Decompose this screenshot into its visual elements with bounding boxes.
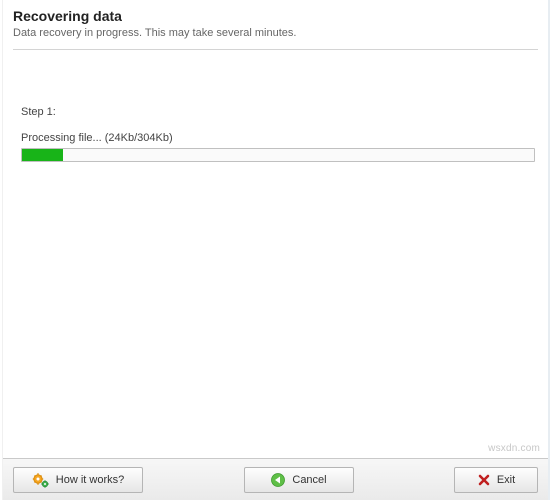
back-arrow-icon [270, 472, 286, 488]
header-subtitle: Data recovery in progress. This may take… [13, 27, 538, 39]
cancel-label: Cancel [292, 474, 326, 486]
step-label: Step 1: [21, 106, 532, 118]
gears-icon [32, 472, 50, 488]
dialog-inner: Recovering data Data recovery in progres… [2, 0, 550, 500]
dialog-header: Recovering data Data recovery in progres… [3, 0, 548, 43]
dialog-content: Step 1: Processing file... (24Kb/304Kb) [3, 50, 548, 162]
header-title: Recovering data [13, 8, 538, 24]
recovery-dialog: Recovering data Data recovery in progres… [0, 0, 556, 500]
dialog-footer: How it works? Cancel [3, 458, 548, 500]
close-x-icon [477, 473, 491, 487]
watermark: wsxdn.com [488, 443, 540, 454]
exit-label: Exit [497, 474, 515, 486]
how-it-works-button[interactable]: How it works? [13, 467, 143, 493]
processing-label: Processing file... (24Kb/304Kb) [21, 132, 532, 144]
exit-button[interactable]: Exit [454, 467, 538, 493]
progress-bar [21, 148, 535, 162]
progress-fill [22, 149, 63, 161]
cancel-button[interactable]: Cancel [244, 467, 354, 493]
how-it-works-label: How it works? [56, 474, 124, 486]
